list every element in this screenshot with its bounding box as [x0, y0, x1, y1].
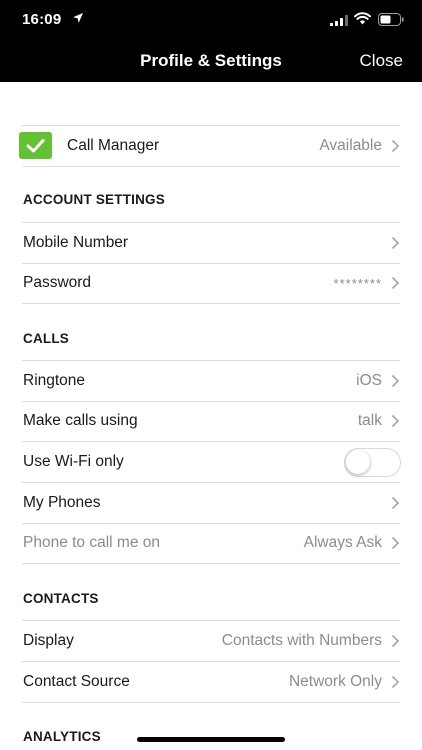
my-phones-row[interactable]: My Phones: [22, 483, 400, 523]
make-calls-using-label: Make calls using: [23, 412, 138, 429]
wifi-icon: [354, 12, 371, 25]
chevron-right-icon: [391, 414, 400, 428]
close-button[interactable]: Close: [360, 51, 403, 71]
call-manager-row[interactable]: Call Manager Available: [19, 126, 400, 166]
cellular-signal-icon: [330, 15, 348, 26]
divider: [22, 563, 400, 564]
make-calls-using-row[interactable]: Make calls using talk: [22, 401, 400, 441]
use-wifi-only-label: Use Wi-Fi only: [23, 453, 124, 470]
section-header-calls: CALLS: [23, 331, 69, 346]
chevron-right-icon: [391, 236, 400, 250]
ringtone-row[interactable]: Ringtone iOS: [22, 361, 400, 401]
battery-icon: [378, 13, 404, 26]
ringtone-value: iOS: [356, 372, 382, 389]
chevron-right-icon: [391, 675, 400, 689]
call-manager-checkbox[interactable]: [19, 132, 52, 159]
contact-source-value: Network Only: [288, 673, 382, 690]
call-manager-status: Available: [319, 137, 382, 154]
phone-to-call-me-on-row[interactable]: Phone to call me on Always Ask: [22, 523, 400, 563]
phone-to-call-me-on-value: Always Ask: [303, 534, 382, 551]
checkmark-icon: [26, 139, 45, 153]
my-phones-label: My Phones: [23, 494, 101, 511]
navigation-bar: Profile & Settings Close: [0, 38, 422, 82]
contact-source-label: Contact Source: [23, 673, 130, 690]
status-time: 16:09: [22, 11, 62, 28]
password-value: ********: [333, 276, 382, 291]
display-label: Display: [23, 632, 74, 649]
section-header-analytics: ANALYTICS: [23, 729, 101, 744]
settings-list: Call Manager Available ACCOUNT SETTINGS …: [0, 82, 422, 750]
section-header-contacts: CONTACTS: [23, 591, 99, 606]
ringtone-label: Ringtone: [23, 372, 86, 389]
display-row[interactable]: Display Contacts with Numbers: [22, 621, 400, 661]
divider: [22, 166, 400, 167]
password-label: Password: [23, 274, 92, 291]
home-indicator[interactable]: [137, 737, 285, 742]
contact-source-row[interactable]: Contact Source Network Only: [22, 662, 400, 702]
chevron-right-icon: [391, 496, 400, 510]
display-value: Contacts with Numbers: [221, 632, 382, 649]
mobile-number-label: Mobile Number: [23, 234, 129, 251]
use-wifi-only-row: Use Wi-Fi only: [22, 442, 401, 482]
phone-to-call-me-on-label: Phone to call me on: [23, 534, 161, 551]
chevron-right-icon: [391, 536, 400, 550]
make-calls-using-value: talk: [357, 412, 382, 429]
chevron-right-icon: [391, 139, 400, 153]
call-manager-label: Call Manager: [67, 137, 160, 154]
status-bar: 16:09: [0, 0, 422, 38]
mobile-number-row[interactable]: Mobile Number: [22, 223, 400, 263]
section-header-account-settings: ACCOUNT SETTINGS: [23, 192, 165, 207]
use-wifi-only-toggle[interactable]: [344, 448, 401, 477]
divider: [22, 702, 400, 703]
toggle-knob: [346, 450, 370, 474]
chevron-right-icon: [391, 276, 400, 290]
location-arrow-icon: [73, 13, 83, 23]
divider: [22, 303, 400, 304]
password-row[interactable]: Password ********: [22, 263, 400, 303]
chevron-right-icon: [391, 634, 400, 648]
chevron-right-icon: [391, 374, 400, 388]
